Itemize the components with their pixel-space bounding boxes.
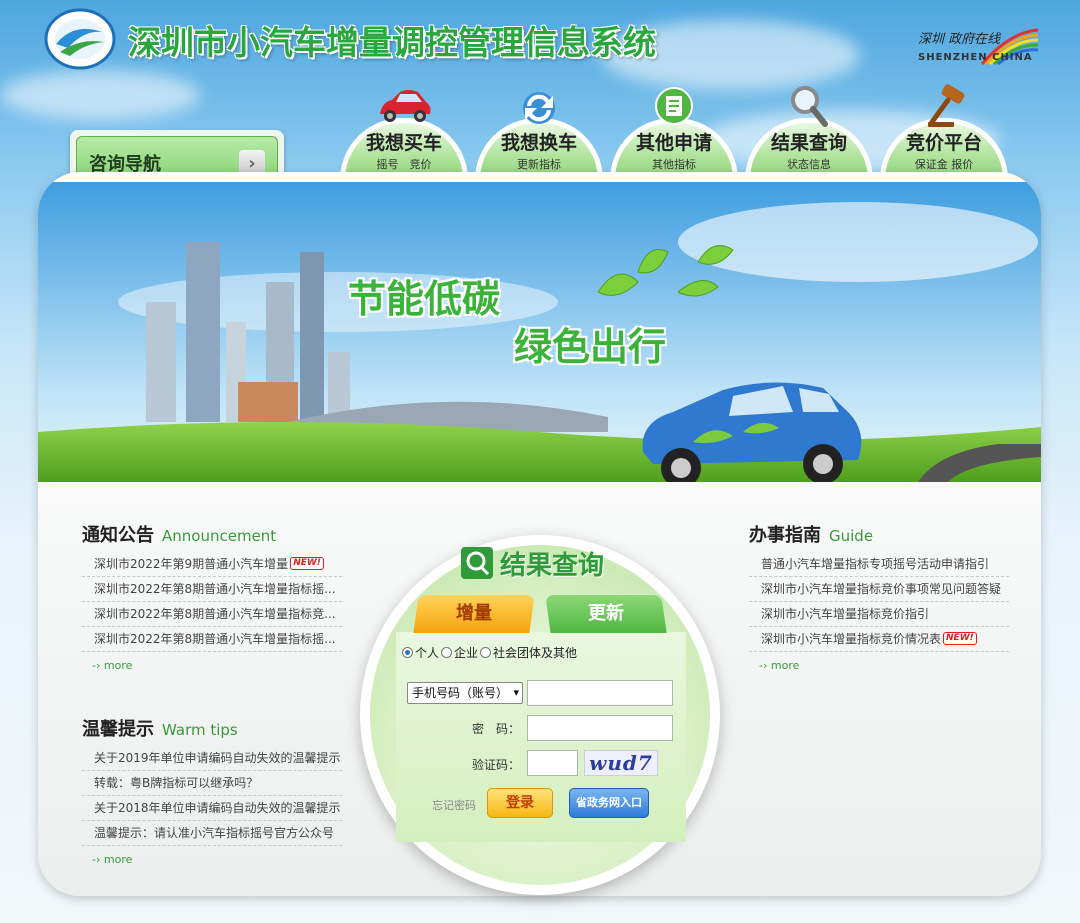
list-item[interactable]: 深圳市小汽车增量指标竞价情况表 NEW! <box>749 627 1009 652</box>
guide-text: 深圳市小汽车增量指标竞价情况表 <box>761 632 942 646</box>
account-input[interactable] <box>527 680 673 706</box>
cloud <box>0 70 200 120</box>
list-item[interactable]: 深圳市小汽车增量指标竞价事项常见问题答疑 <box>749 577 1009 602</box>
warm-tip-text: 转载：粤B牌指标可以继承吗？ <box>94 776 259 790</box>
warm-tips-title: 温馨提示 <box>82 719 154 740</box>
warm-tips-heading: 温馨提示 Warm tips <box>82 715 238 741</box>
shenzhen-china-text: SHENZHEN CHINA <box>918 52 1033 63</box>
guide-text: 深圳市小汽车增量指标竞价事项常见问题答疑 <box>761 582 1002 596</box>
warm-tips-subtitle: Warm tips <box>162 721 238 739</box>
guide-subtitle: Guide <box>829 527 874 545</box>
provincial-gov-entry-button[interactable]: 省政务网入口 <box>569 788 649 818</box>
more-label: more <box>103 853 133 866</box>
applicant-type-radios: 个人 企业 社会团体及其他 <box>402 644 577 661</box>
list-item[interactable]: 转载：粤B牌指标可以继承吗？ <box>82 771 342 796</box>
radio-individual[interactable] <box>402 647 413 658</box>
list-item[interactable]: 深圳市2022年第9期普通小汽车增量 NEW! <box>82 552 342 577</box>
warm-tip-text: 关于2018年单位申请编码自动失效的温馨提示 <box>94 801 341 815</box>
tab-subtitle: 其他指标 <box>652 158 696 171</box>
tab-increment[interactable]: 增量 <box>413 595 535 633</box>
password-input[interactable] <box>527 715 673 741</box>
refresh-icon <box>523 92 555 124</box>
list-item[interactable]: 深圳市2022年第8期普通小汽车增量指标竞... <box>82 602 342 627</box>
radio-individual-label: 个人 <box>415 646 440 660</box>
list-item[interactable]: 关于2019年单位申请编码自动失效的温馨提示 <box>82 746 342 771</box>
guide-text: 深圳市小汽车增量指标竞价指引 <box>761 607 930 621</box>
new-badge: NEW! <box>943 632 977 645</box>
list-item[interactable]: 深圳市2022年第8期普通小汽车增量指标摇... <box>82 627 342 652</box>
tab-subtitle: 状态信息 <box>787 158 831 171</box>
tab-change-car[interactable]: 我想换车 更新指标 <box>475 92 603 180</box>
radio-enterprise-label: 企业 <box>454 646 479 660</box>
tab-subtitle: 更新指标 <box>517 158 561 171</box>
banner-slogan-line2: 绿色出行 <box>514 325 667 369</box>
document-icon <box>655 87 693 125</box>
announcement-subtitle: Announcement <box>162 527 277 545</box>
result-query-icon <box>461 547 493 579</box>
radio-enterprise[interactable] <box>441 647 453 658</box>
announcement-text: 深圳市2022年第9期普通小汽车增量 <box>94 557 289 571</box>
announcement-title: 通知公告 <box>82 525 154 546</box>
announcement-more-link[interactable]: -› more <box>92 659 132 672</box>
password-label: 密 码： <box>471 722 520 736</box>
tab-increment-label: 增量 <box>456 603 492 624</box>
list-item[interactable]: 关于2018年单位申请编码自动失效的温馨提示 <box>82 796 342 821</box>
list-item[interactable]: 深圳市小汽车增量指标竞价指引 <box>749 602 1009 627</box>
more-label: more <box>770 659 800 672</box>
list-item[interactable]: 深圳市2022年第8期普通小汽车增量指标摇... <box>82 577 342 602</box>
tab-subtitle: 保证金 报价 <box>914 158 974 171</box>
tab-buy-car[interactable]: 我想买车 摇号 竞价 <box>340 90 468 180</box>
result-query-title: 结果查询 <box>500 551 605 581</box>
tab-title: 我想买车 <box>365 132 442 154</box>
site-title: 深圳市小汽车增量调控管理信息系统 <box>128 23 656 62</box>
announcement-text: 深圳市2022年第8期普通小汽车增量指标摇... <box>94 582 336 596</box>
gavel-icon <box>928 84 965 127</box>
more-label: more <box>103 659 133 672</box>
guide-text: 普通小汽车增量指标专项摇号活动申请指引 <box>761 557 990 571</box>
tab-title: 竞价平台 <box>905 132 982 154</box>
captcha-label: 验证码： <box>471 758 520 772</box>
account-type-select[interactable]: 手机号码（账号） <box>407 682 523 704</box>
login-button[interactable]: 登录 <box>487 788 553 818</box>
announcement-text: 深圳市2022年第8期普通小汽车增量指标竞... <box>94 607 336 621</box>
list-item[interactable]: 普通小汽车增量指标专项摇号活动申请指引 <box>749 552 1009 577</box>
forgot-password-link[interactable]: 忘记密码 <box>432 797 476 813</box>
banner-slogan-line1: 节能低碳 <box>348 277 501 321</box>
announcement-text: 深圳市2022年第8期普通小汽车增量指标摇... <box>94 632 336 646</box>
guide-title: 办事指南 <box>749 525 821 546</box>
list-item[interactable]: 温馨提示：请认准小汽车指标摇号官方公众号 <box>82 821 342 846</box>
magnifier-icon <box>791 86 828 127</box>
traffic-bureau-logo <box>44 8 116 70</box>
car-icon <box>380 90 431 122</box>
guide-heading: 办事指南 Guide <box>749 521 873 547</box>
warm-tips-more-link[interactable]: -› more <box>92 853 132 866</box>
warm-tip-text: 关于2019年单位申请编码自动失效的温馨提示 <box>94 751 341 765</box>
tab-title: 其他申请 <box>635 132 712 154</box>
radio-social-group-label: 社会团体及其他 <box>493 646 578 660</box>
captcha-image[interactable]: wud7 <box>584 750 658 776</box>
radio-social-group[interactable] <box>480 647 492 658</box>
warm-tips-list: 关于2019年单位申请编码自动失效的温馨提示 转载：粤B牌指标可以继承吗？ 关于… <box>82 746 342 846</box>
new-badge: NEW! <box>290 557 324 570</box>
tab-subtitle: 摇号 竞价 <box>376 158 432 171</box>
guide-list: 普通小汽车增量指标专项摇号活动申请指引 深圳市小汽车增量指标竞价事项常见问题答疑… <box>749 552 1009 652</box>
warm-tip-text: 温馨提示：请认准小汽车指标摇号官方公众号 <box>94 826 335 840</box>
tab-title: 结果查询 <box>770 132 847 154</box>
announcement-heading: 通知公告 Announcement <box>82 521 276 547</box>
tab-renewal[interactable]: 更新 <box>545 595 667 633</box>
announcement-list: 深圳市2022年第9期普通小汽车增量 NEW! 深圳市2022年第8期普通小汽车增… <box>82 552 342 652</box>
captcha-input[interactable] <box>527 750 578 776</box>
tab-renewal-label: 更新 <box>588 603 624 624</box>
guide-more-link[interactable]: -› more <box>759 659 799 672</box>
tab-title: 我想换车 <box>500 132 577 154</box>
